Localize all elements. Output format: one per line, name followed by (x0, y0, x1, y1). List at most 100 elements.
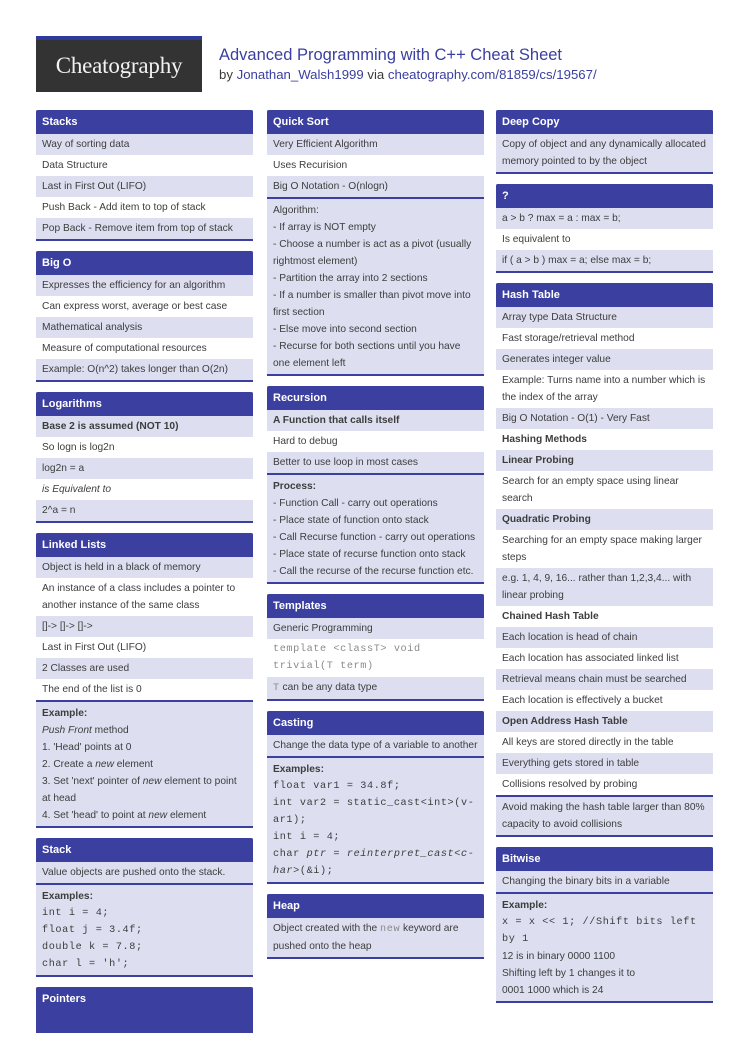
example-line: Push Front method (42, 722, 247, 739)
code-line: char ptr = reinterpret_cast<c-har>(&i); (273, 846, 478, 880)
example-line: 12 is in binary 0000 1100 (502, 951, 616, 962)
list-item: Data Structure (36, 155, 253, 176)
list-item: Chained Hash Table (496, 606, 713, 627)
list-item: Way of sorting data (36, 134, 253, 155)
list-item: Each location is head of chain (496, 627, 713, 648)
list-item: Linear Probing (496, 450, 713, 471)
page-title: Advanced Programming with C++ Cheat Shee… (219, 46, 563, 64)
algorithm-block: Algorithm: - If array is NOT empty - Cho… (267, 199, 484, 374)
list-item: Each location has associated linked list (496, 648, 713, 669)
example-label: Example: (502, 900, 548, 911)
section-recursion: Recursion A Function that calls itself H… (267, 386, 484, 584)
list-item: Example: O(n^2) takes longer than O(2n) (36, 359, 253, 380)
process-line: - Call Recurse function - carry out oper… (273, 532, 476, 543)
example-line: 3. Set 'next' pointer of new element to … (42, 773, 247, 807)
list-item: is Equivalent to (36, 479, 253, 500)
list-item: Last in First Out (LIFO) (36, 176, 253, 197)
examples-block: Examples: int i = 4; float j = 3.4f; dou… (36, 885, 253, 975)
example-line: 0001 1000 which is 24 (502, 985, 604, 996)
list-item: Object is held in a black of memory (36, 557, 253, 578)
list-item: Is equivalent to (496, 229, 713, 250)
list-item: Last in First Out (LIFO) (36, 637, 253, 658)
section-title: Templates (267, 594, 484, 618)
step-text: 3. Set 'next' pointer of (42, 776, 143, 787)
list-item: Changing the binary bits in a variable (496, 871, 713, 892)
list-item: Big O Notation - O(1) - Very Fast (496, 408, 713, 429)
process-block: Process: - Function Call - carry out ope… (267, 475, 484, 582)
code-line: double k = 7.8; (42, 942, 143, 953)
example-block: Example: Push Front method 1. 'Head' poi… (36, 702, 253, 826)
list-item: 2^a = n (36, 500, 253, 521)
examples-label: Examples: (42, 891, 93, 902)
section-title: Quick Sort (267, 110, 484, 134)
list-item: Example: Turns name into a number which … (496, 370, 713, 408)
section-title: Big O (36, 251, 253, 275)
method-text: method (91, 725, 129, 736)
code-line: float j = 3.4f; (42, 925, 143, 936)
section-title: Stack (36, 838, 253, 862)
section-title: Hash Table (496, 283, 713, 307)
algorithm-line: - Recurse for both sections until you ha… (273, 341, 461, 369)
example-line: Shifting left by 1 changes it to (502, 968, 636, 979)
step-text: element (167, 810, 207, 821)
list-item: Base 2 is assumed (NOT 10) (36, 416, 253, 437)
process-label: Process: (273, 481, 317, 492)
process-line: - Place state of recurse function onto s… (273, 549, 466, 560)
list-item: Quadratic Probing (496, 509, 713, 530)
via-label: via (367, 67, 385, 82)
column-2: Quick Sort Very Efficient Algorithm Uses… (267, 110, 484, 969)
code-part: (&i); (299, 866, 334, 877)
algorithm-line: - If a number is smaller than pivot move… (273, 290, 471, 318)
cheatography-logo[interactable]: Cheatography (36, 36, 202, 92)
code-line: float var1 = 34.8f; (273, 781, 401, 792)
item-text: Object created with the (273, 923, 381, 934)
process-line: - Function Call - carry out operations (273, 498, 438, 509)
process-line: - Call the recurse of the recurse functi… (273, 566, 474, 577)
example-line: 2. Create a new element (42, 756, 247, 773)
process-line: - Place state of function onto stack (273, 515, 429, 526)
section-title: Bitwise (496, 847, 713, 871)
section-bitwise: Bitwise Changing the binary bits in a va… (496, 847, 713, 1003)
list-item: Searching for an empty space making larg… (496, 530, 713, 568)
section-pointers: Pointers (36, 987, 253, 1033)
example-line: 1. 'Head' points at 0 (42, 742, 132, 753)
code-line: x = x << 1; //Shift bits left by 1 (502, 917, 697, 945)
step-em: new (148, 810, 168, 821)
algorithm-line: - Partition the array into 2 sections (273, 273, 428, 284)
list-item: Can express worst, average or best case (36, 296, 253, 317)
code-part: char (273, 849, 307, 860)
section-title: Heap (267, 894, 484, 918)
list-item: log2n = a (36, 458, 253, 479)
list-item: So logn is log2n (36, 437, 253, 458)
section-linked-lists: Linked Lists Object is held in a black o… (36, 533, 253, 828)
author-link[interactable]: Jonathan_Walsh1999 (237, 67, 364, 82)
section-templates: Templates Generic Programming template <… (267, 594, 484, 701)
section-title: Casting (267, 711, 484, 735)
list-item: Value objects are pushed onto the stack. (36, 862, 253, 883)
examples-label: Examples: (273, 764, 324, 775)
list-item: Fast storage/retrieval method (496, 328, 713, 349)
section-title: Logarithms (36, 392, 253, 416)
list-item: Change the data type of a variable to an… (267, 735, 484, 756)
step-text: 4. Set 'head' to point at (42, 810, 149, 821)
item-text: can be any data type (279, 682, 378, 693)
step-text: 2. Create a (42, 759, 96, 770)
section-title: ? (496, 184, 713, 208)
column-1: Stacks Way of sorting data Data Structur… (36, 110, 253, 1043)
source-url-link[interactable]: cheatography.com/81859/cs/19567/ (388, 67, 597, 82)
push-front-term: Push Front (42, 725, 92, 736)
section-stacks: Stacks Way of sorting data Data Structur… (36, 110, 253, 241)
code-line: int i = 4; (273, 832, 341, 843)
step-em: new (95, 759, 114, 770)
section-title: Pointers (36, 987, 253, 1011)
list-item: Everything gets stored in table (496, 753, 713, 774)
section-title: Recursion (267, 386, 484, 410)
section-title: Linked Lists (36, 533, 253, 557)
section-body (36, 1011, 253, 1031)
title-block: Advanced Programming with C++ Cheat Shee… (219, 45, 597, 84)
page-header: Cheatography Advanced Programming with C… (36, 36, 716, 92)
list-item: T can be any data type (267, 677, 484, 699)
list-item: All keys are stored directly in the tabl… (496, 732, 713, 753)
code-line: template <classT> void trivial(T term) (267, 639, 484, 677)
example-block: Example: x = x << 1; //Shift bits left b… (496, 894, 713, 1001)
